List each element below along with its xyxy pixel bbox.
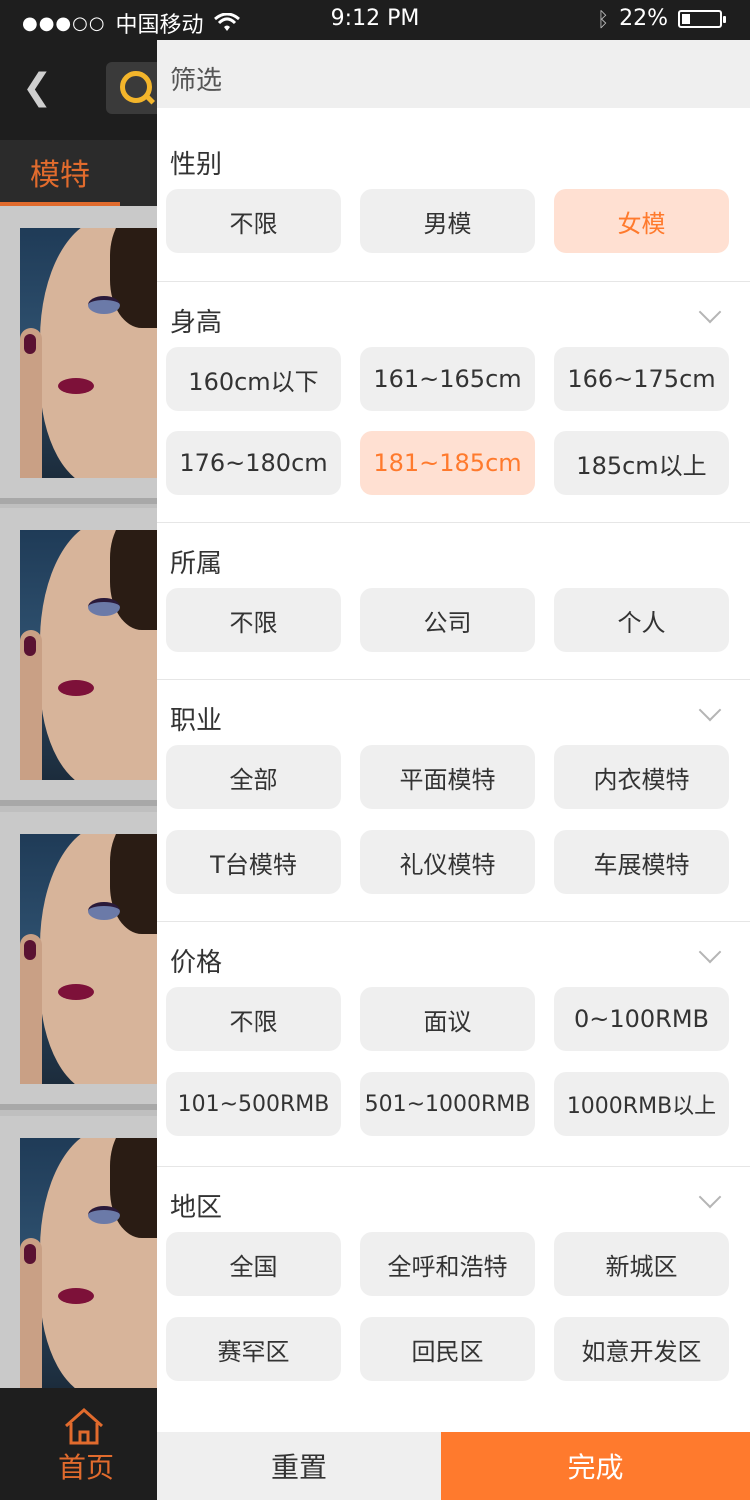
chip-gender-female[interactable]: 女模 xyxy=(554,189,729,253)
model-photo xyxy=(20,228,158,478)
chevron-down-icon[interactable] xyxy=(698,698,722,722)
filter-title: 筛选 xyxy=(170,66,223,96)
chip-price-2[interactable]: 面议 xyxy=(360,987,535,1051)
section-gender: 性别 不限 男模 女模 xyxy=(157,108,750,281)
chip-height-3[interactable]: 166~175cm xyxy=(554,347,729,411)
section-title: 性别 xyxy=(170,150,223,180)
chip-height-4[interactable]: 176~180cm xyxy=(166,431,341,495)
chip-profession-1[interactable]: 全部 xyxy=(166,745,341,809)
section-profession: 职业 全部 平面模特 内衣模特 T台模特 礼仪模特 车展模特 xyxy=(157,679,750,922)
chip-region-4[interactable]: 赛罕区 xyxy=(166,1317,341,1381)
chip-profession-5[interactable]: 礼仪模特 xyxy=(360,830,535,894)
chip-affiliation-individual[interactable]: 个人 xyxy=(554,588,729,652)
chip-gender-unlimited[interactable]: 不限 xyxy=(166,189,341,253)
filter-footer: 重置 完成 xyxy=(157,1432,750,1500)
battery-percent: 22% xyxy=(619,6,668,31)
chip-gender-male[interactable]: 男模 xyxy=(360,189,535,253)
chip-region-2[interactable]: 全呼和浩特 xyxy=(360,1232,535,1296)
chip-height-6[interactable]: 185cm以上 xyxy=(554,431,729,495)
chip-price-5[interactable]: 501~1000RMB xyxy=(360,1072,535,1136)
chip-price-1[interactable]: 不限 xyxy=(166,987,341,1051)
home-tab-label[interactable]: 首页 xyxy=(58,1446,114,1486)
section-price: 价格 不限 面议 0~100RMB 101~500RMB 501~1000RMB… xyxy=(157,921,750,1167)
section-region: 地区 全国 全呼和浩特 新城区 赛罕区 回民区 如意开发区 xyxy=(157,1166,750,1433)
bluetooth-icon: ᛒ xyxy=(597,6,610,31)
tab-models[interactable]: 模特 xyxy=(30,150,90,194)
chip-height-5[interactable]: 181~185cm xyxy=(360,431,535,495)
section-title: 所属 xyxy=(170,549,223,579)
model-photo xyxy=(20,530,158,780)
chip-height-1[interactable]: 160cm以下 xyxy=(166,347,341,411)
chevron-down-icon[interactable] xyxy=(698,300,722,324)
model-photo xyxy=(20,834,158,1084)
battery-fill xyxy=(682,13,690,24)
chip-region-5[interactable]: 回民区 xyxy=(360,1317,535,1381)
reset-button[interactable]: 重置 xyxy=(157,1432,441,1500)
chevron-down-icon[interactable] xyxy=(698,1185,722,1209)
chevron-down-icon[interactable] xyxy=(698,940,722,964)
section-title: 地区 xyxy=(170,1193,223,1223)
section-title: 职业 xyxy=(170,706,223,736)
chip-region-6[interactable]: 如意开发区 xyxy=(554,1317,729,1381)
status-bar: ●●●○○ 中国移动 9:12 PM ᛒ 22% xyxy=(0,0,750,40)
section-height: 身高 160cm以下 161~165cm 166~175cm 176~180cm… xyxy=(157,281,750,523)
filter-panel: 筛选 性别 不限 男模 女模 身高 160cm以下 161~165cm 166~… xyxy=(157,40,750,1500)
done-button[interactable]: 完成 xyxy=(441,1432,750,1500)
chip-region-3[interactable]: 新城区 xyxy=(554,1232,729,1296)
back-icon[interactable]: ❮ xyxy=(22,70,52,106)
section-title: 身高 xyxy=(170,308,223,338)
model-photo xyxy=(20,1138,158,1388)
status-right: ᛒ 22% xyxy=(597,6,726,31)
chip-profession-4[interactable]: T台模特 xyxy=(166,830,341,894)
section-affiliation: 所属 不限 公司 个人 xyxy=(157,522,750,680)
chip-profession-2[interactable]: 平面模特 xyxy=(360,745,535,809)
chip-price-4[interactable]: 101~500RMB xyxy=(166,1072,341,1136)
filter-header: 筛选 xyxy=(157,40,750,108)
home-icon[interactable] xyxy=(62,1406,106,1446)
search-icon-handle xyxy=(142,92,156,105)
chip-region-1[interactable]: 全国 xyxy=(166,1232,341,1296)
section-title: 价格 xyxy=(170,948,223,978)
chip-height-2[interactable]: 161~165cm xyxy=(360,347,535,411)
chip-affiliation-unlimited[interactable]: 不限 xyxy=(166,588,341,652)
chip-profession-6[interactable]: 车展模特 xyxy=(554,830,729,894)
chip-affiliation-company[interactable]: 公司 xyxy=(360,588,535,652)
chip-profession-3[interactable]: 内衣模特 xyxy=(554,745,729,809)
chip-price-3[interactable]: 0~100RMB xyxy=(554,987,729,1051)
chip-price-6[interactable]: 1000RMB以上 xyxy=(554,1072,729,1136)
battery-icon xyxy=(678,9,726,28)
